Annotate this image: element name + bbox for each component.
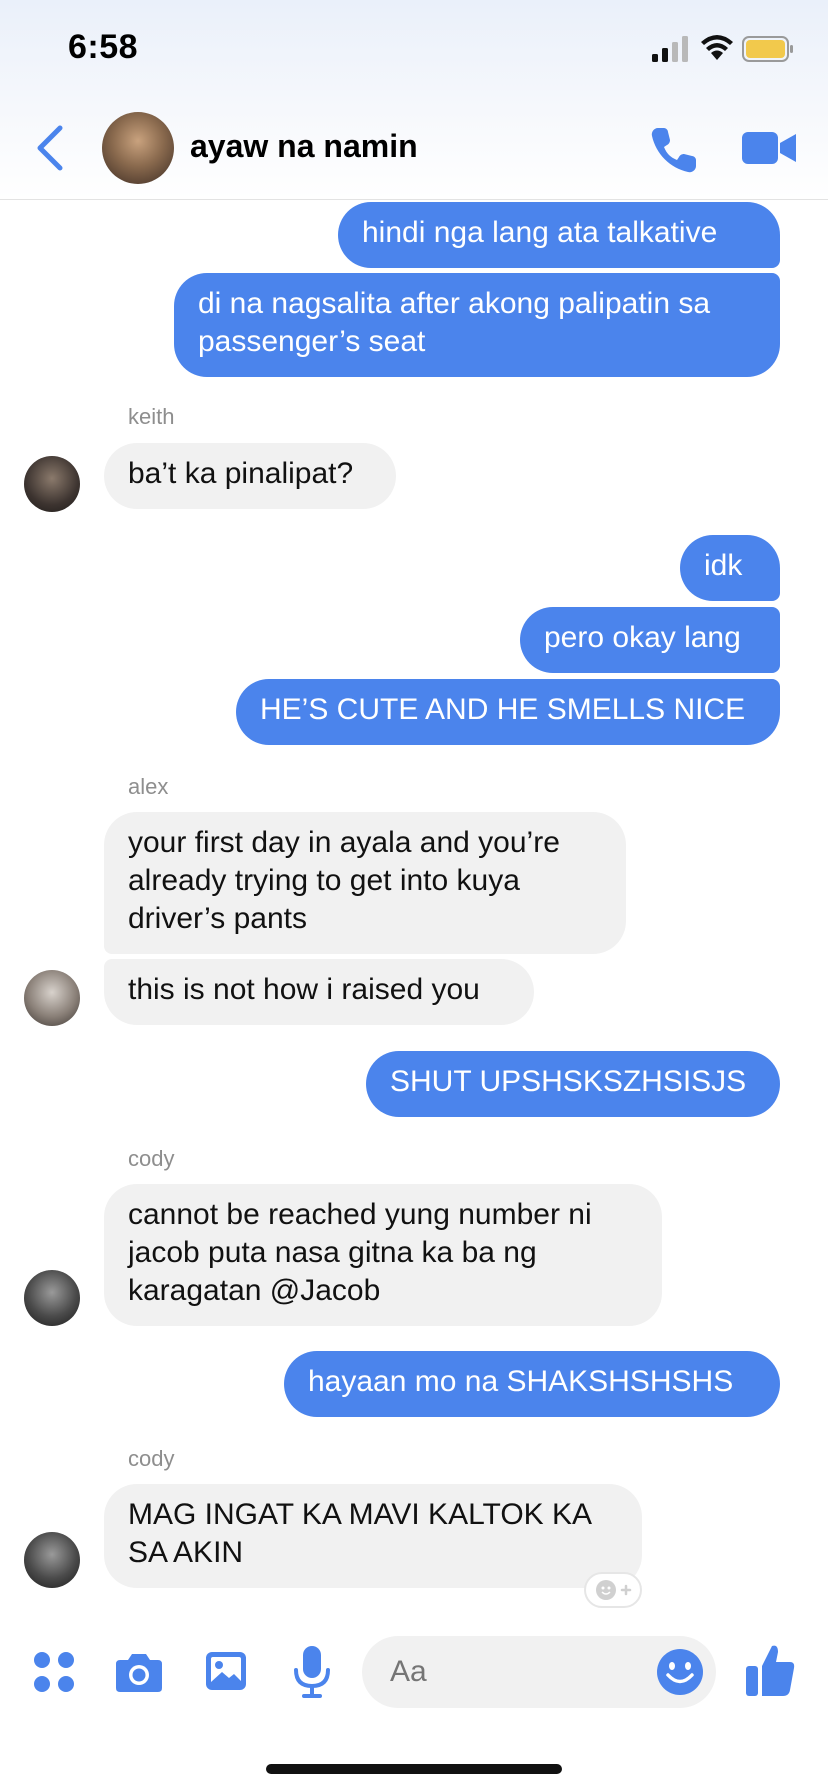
incoming-message: ba’t ka pinalipat? (104, 443, 396, 509)
thumbs-up-icon[interactable] (744, 1642, 796, 1698)
incoming-message: cannot be reached yung number ni jacob p… (104, 1184, 662, 1326)
camera-icon[interactable] (114, 1650, 164, 1694)
message-text: SHUT UPSHSKSZHSISJS (390, 1065, 747, 1098)
outgoing-message: idk (680, 535, 780, 601)
wifi-icon (701, 35, 733, 60)
emoji-icon[interactable] (656, 1648, 704, 1696)
incoming-message: this is not how i raised you (104, 959, 534, 1025)
message-text: your first day in ayala and you’re alrea… (128, 826, 560, 935)
incoming-message: your first day in ayala and you’re alrea… (104, 812, 626, 954)
outgoing-message: HE’S CUTE AND HE SMELLS NICE (236, 679, 780, 745)
sender-name: cody (128, 1446, 175, 1471)
message-text: idk (704, 549, 743, 582)
sender-name: keith (128, 404, 175, 429)
message-text: MAG INGAT KA MAVI KALTOK KA SA AKIN (128, 1498, 591, 1569)
sender-avatar[interactable] (24, 1270, 80, 1326)
message-text: this is not how i raised you (128, 973, 480, 1006)
sender-name: cody (128, 1146, 175, 1171)
photo-gallery-icon[interactable] (204, 1648, 248, 1694)
outgoing-message: SHUT UPSHSKSZHSISJS (366, 1051, 780, 1117)
outgoing-message: hayaan mo na SHAKSHSHSHS (284, 1351, 780, 1417)
microphone-icon[interactable] (292, 1644, 332, 1700)
sender-avatar[interactable] (24, 970, 80, 1026)
chat-title[interactable]: ayaw na namin (190, 128, 418, 165)
sender-avatar[interactable] (24, 1532, 80, 1588)
status-time: 6:58 (68, 28, 139, 66)
sender-name: alex (128, 774, 169, 799)
message-text: HE’S CUTE AND HE SMELLS NICE (260, 693, 746, 726)
sender-avatar[interactable] (24, 456, 80, 512)
apps-grid-icon[interactable] (32, 1650, 76, 1694)
cellular-signal-icon (652, 36, 688, 62)
back-chevron-icon[interactable] (30, 120, 70, 176)
group-avatar[interactable] (102, 112, 174, 184)
add-reaction-icon[interactable] (584, 1572, 642, 1608)
message-text: di na nagsalita after akong palipatin sa… (198, 287, 711, 358)
outgoing-message: pero okay lang (520, 607, 780, 673)
message-text: hayaan mo na SHAKSHSHSHS (308, 1365, 734, 1398)
message-text: cannot be reached yung number ni jacob p… (128, 1198, 592, 1307)
phone-call-icon[interactable] (648, 124, 700, 176)
battery-icon (742, 36, 793, 62)
outgoing-message: hindi nga lang ata talkative (338, 202, 780, 268)
message-text: ba’t ka pinalipat? (128, 457, 354, 490)
video-call-icon[interactable] (742, 128, 796, 168)
message-text: hindi nga lang ata talkative (362, 216, 718, 249)
home-indicator (266, 1764, 562, 1774)
incoming-message: MAG INGAT KA MAVI KALTOK KA SA AKIN (104, 1484, 642, 1588)
outgoing-message: di na nagsalita after akong palipatin sa… (174, 273, 780, 377)
message-text: pero okay lang (544, 621, 741, 654)
